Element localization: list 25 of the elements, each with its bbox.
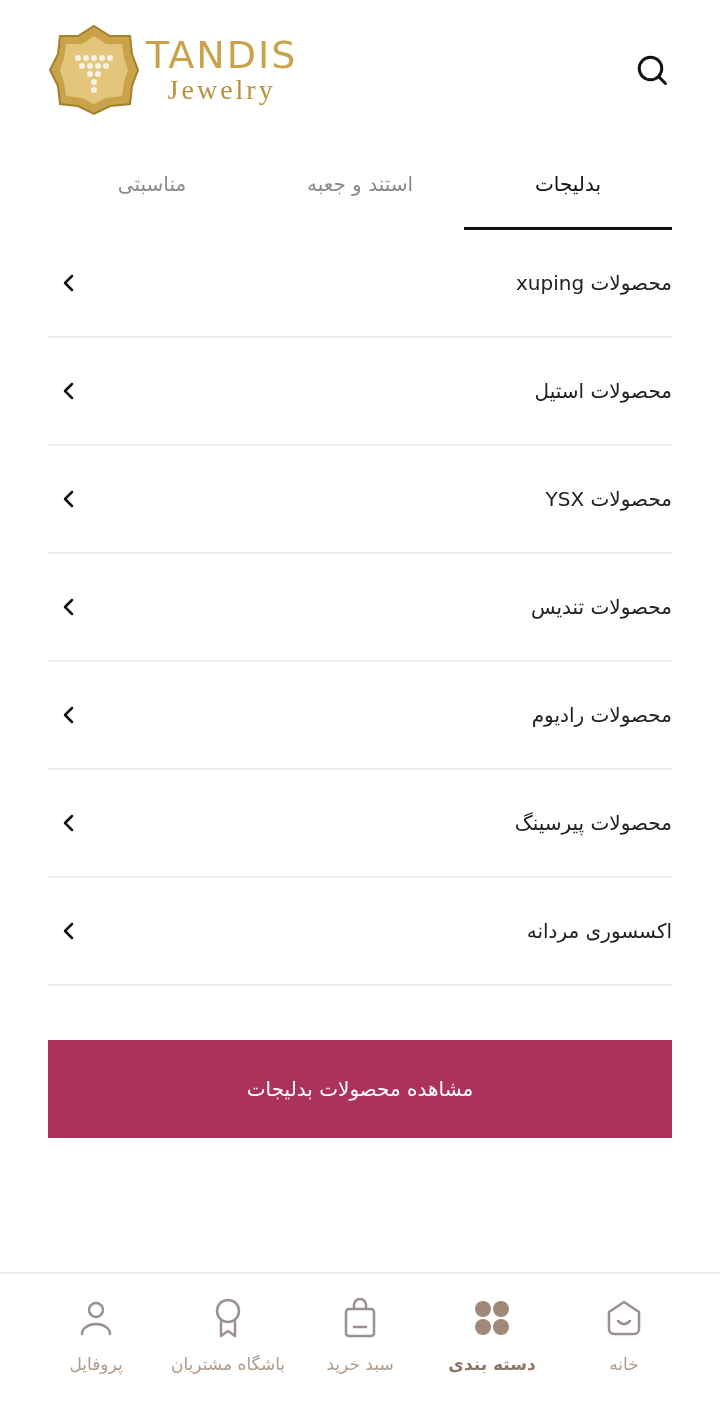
chevron-left-icon <box>62 597 76 617</box>
chevron-left-icon <box>62 705 76 725</box>
category-item[interactable]: محصولات پیرسینگ <box>48 770 672 878</box>
home-icon <box>605 1299 643 1337</box>
chevron-left-icon <box>62 381 76 401</box>
logo-title: TANDIS <box>146 36 298 74</box>
view-all-button[interactable]: مشاهده محصولات بدلیجات <box>48 1040 672 1138</box>
category-item[interactable]: محصولات استیل <box>48 338 672 446</box>
chevron-left-icon <box>62 273 76 293</box>
category-item[interactable]: محصولات تندیس <box>48 554 672 662</box>
award-ribbon-icon <box>213 1298 243 1338</box>
category-item[interactable]: اکسسوری مردانه <box>48 878 672 986</box>
user-icon <box>79 1300 113 1336</box>
category-item[interactable]: محصولات xuping <box>48 230 672 338</box>
shopping-bag-icon <box>343 1298 377 1338</box>
category-tab[interactable]: بدلیجات <box>464 140 672 230</box>
chevron-left-icon <box>62 813 76 833</box>
logo-subtitle: Jewelry <box>167 76 276 104</box>
category-item[interactable]: محصولات YSX <box>48 446 672 554</box>
grid-icon <box>474 1300 510 1336</box>
logo-emblem-icon <box>48 24 140 116</box>
chevron-left-icon <box>62 489 76 509</box>
category-item[interactable]: محصولات رادیوم <box>48 662 672 770</box>
chevron-left-icon <box>62 921 76 941</box>
nav-tab[interactable]: دسته بندی <box>426 1274 558 1410</box>
